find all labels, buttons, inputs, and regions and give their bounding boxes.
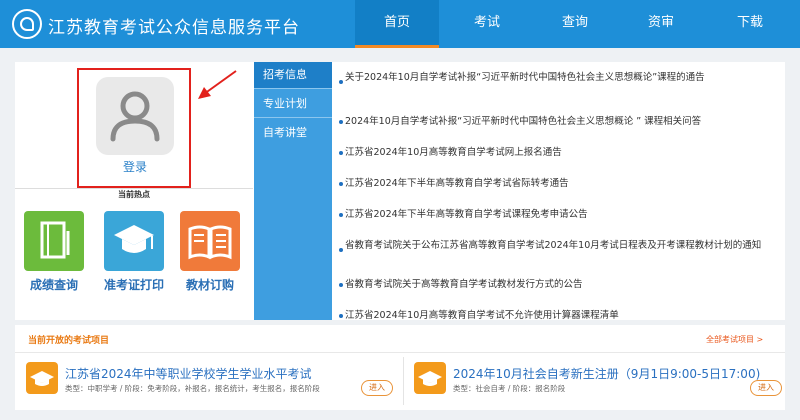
- news-item[interactable]: 江苏省2024年10月高等教育自学考试不允许使用计算器课程清单: [339, 310, 765, 322]
- main-nav: 首页 考试 查询 资审 下载: [355, 0, 800, 48]
- exam-item-title[interactable]: 2024年10月社会自考新生注册（9月1日9:00-5日17:00): [453, 365, 760, 382]
- exam-header-divider: [15, 352, 785, 353]
- enter-button[interactable]: 进入: [361, 380, 393, 396]
- bullet-icon: [339, 151, 343, 155]
- news-link[interactable]: 江苏省2024年下半年高等教育自学考试省际转考通告: [345, 178, 569, 189]
- news-link[interactable]: 关于2024年10月自学考试补报“习近平新时代中国特色社会主义思想概论”课程的通…: [345, 72, 705, 83]
- nav-review[interactable]: 资审: [619, 0, 703, 48]
- news-item[interactable]: 省教育考试院关于高等教育自学考试教材发行方式的公告: [339, 279, 765, 291]
- news-link[interactable]: 江苏省2024年10月高等教育自学考试不允许使用计算器课程清单: [345, 310, 619, 321]
- news-item[interactable]: 江苏省2024年下半年高等教育自学考试课程免考申请公告: [339, 209, 765, 221]
- exam-item-icon: [26, 362, 58, 394]
- bullet-icon: [339, 283, 343, 287]
- highlight-frame: [77, 68, 191, 188]
- bullet-icon: [339, 182, 343, 186]
- tab-self-study-lecture[interactable]: 自考讲堂: [254, 120, 332, 146]
- bullet-icon: [339, 314, 343, 318]
- graduation-cap-icon: [418, 371, 442, 386]
- exam-item-meta: 类型：中职学考 / 阶段：免考阶段，补报名，报名统计，考生报名，报名阶段: [65, 384, 320, 393]
- hot-label: 当前热点: [118, 190, 150, 199]
- exam-item-meta: 类型：社会自考 / 阶段：报名阶段: [453, 384, 566, 393]
- news-link[interactable]: 江苏省2024年下半年高等教育自学考试课程免考申请公告: [345, 209, 588, 220]
- all-exams-link[interactable]: 全部考试项目 >: [706, 334, 763, 345]
- bullet-icon: [339, 213, 343, 217]
- graduation-cap-icon: [114, 225, 154, 253]
- score-query-tile[interactable]: [24, 211, 84, 271]
- nav-download[interactable]: 下载: [708, 0, 792, 48]
- open-book-icon: [188, 225, 232, 260]
- admission-ticket-tile[interactable]: [104, 211, 164, 271]
- nav-home[interactable]: 首页: [355, 0, 439, 48]
- textbook-order-label[interactable]: 教材订购: [168, 276, 252, 293]
- admission-ticket-label[interactable]: 准考证打印: [92, 276, 176, 293]
- graduation-cap-icon: [30, 371, 54, 386]
- bullet-icon: [339, 248, 343, 252]
- tab-divider: [254, 88, 332, 89]
- book-icon: [40, 221, 70, 259]
- bullet-icon: [339, 80, 343, 84]
- arrow-icon: [198, 70, 237, 99]
- news-link[interactable]: 江苏省2024年10月高等教育自学考试网上报名通告: [345, 147, 562, 158]
- news-item[interactable]: 2024年10月自学考试补报“习近平新时代中国特色社会主义思想概论 ” 课程相关…: [339, 116, 765, 128]
- news-item[interactable]: 江苏省2024年下半年高等教育自学考试省际转考通告: [339, 178, 765, 190]
- textbook-order-tile[interactable]: [180, 211, 240, 271]
- enter-button[interactable]: 进入: [750, 380, 782, 396]
- news-link[interactable]: 2024年10月自学考试补报“习近平新时代中国特色社会主义思想概论 ” 课程相关…: [345, 116, 701, 127]
- nav-query[interactable]: 查询: [533, 0, 617, 48]
- news-item[interactable]: 省教育考试院关于公布江苏省高等教育自学考试2024年10月考试日程表及开考课程教…: [339, 240, 765, 252]
- exam-column-divider: [403, 357, 404, 405]
- news-item[interactable]: 江苏省2024年10月高等教育自学考试网上报名通告: [339, 147, 765, 159]
- site-title[interactable]: 江苏教育考试公众信息服务平台: [48, 13, 300, 38]
- site-logo-icon[interactable]: [12, 9, 42, 39]
- tab-major-plan[interactable]: 专业计划: [254, 91, 332, 117]
- news-item[interactable]: 关于2024年10月自学考试补报“习近平新时代中国特色社会主义思想概论”课程的通…: [339, 72, 765, 84]
- news-link[interactable]: 省教育考试院关于公布江苏省高等教育自学考试2024年10月考试日程表及开考课程教…: [345, 240, 761, 251]
- tab-recruit-info[interactable]: 招考信息: [254, 62, 332, 88]
- bullet-icon: [339, 120, 343, 124]
- open-exams-title: 当前开放的考试项目: [28, 336, 110, 346]
- exam-item-title[interactable]: 江苏省2024年中等职业学校学生学业水平考试: [65, 365, 312, 382]
- score-query-label[interactable]: 成绩查询: [12, 276, 96, 293]
- news-link[interactable]: 省教育考试院关于高等教育自学考试教材发行方式的公告: [345, 279, 583, 290]
- exam-item-icon: [414, 362, 446, 394]
- tab-divider: [254, 117, 332, 118]
- nav-exam[interactable]: 考试: [445, 0, 529, 48]
